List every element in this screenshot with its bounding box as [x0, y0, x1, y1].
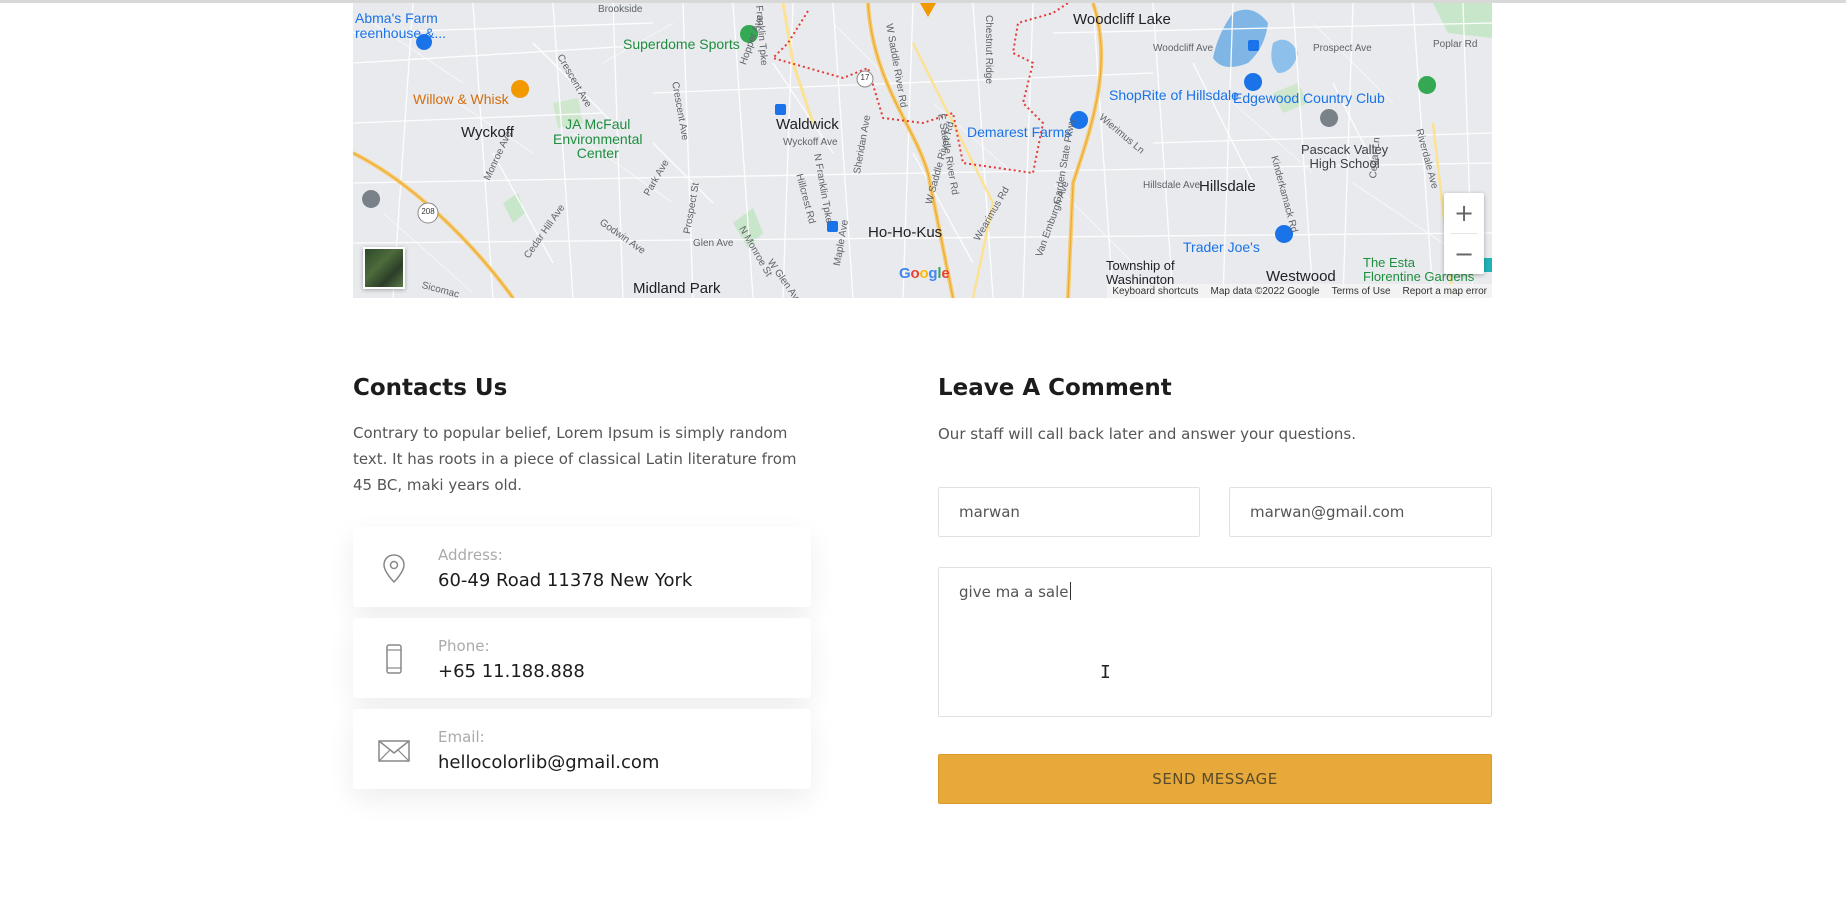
route-17-shield: 17 — [860, 73, 870, 82]
map-poi-demarest-farms[interactable]: Demarest Farms — [967, 125, 1071, 140]
email-input[interactable]: marwan@gmail.com — [1229, 487, 1492, 537]
map-data-attribution: Map data ©2022 Google — [1210, 285, 1320, 297]
map-town-woodcliff-lake: Woodcliff Lake — [1073, 11, 1171, 28]
map-town-midland-park: Midland Park — [633, 280, 721, 297]
address-value: 60-49 Road 11378 New York — [438, 570, 693, 591]
map-poi-shoprite-hillsdale[interactable]: ShopRite of Hillsdale — [1109, 88, 1239, 103]
embedded-map[interactable]: Abma's Farm reenhouse &... Superdome Spo… — [353, 3, 1492, 298]
route-208-shield: 208 — [421, 207, 435, 216]
map-poi-trader-joes[interactable]: Trader Joe's — [1183, 240, 1260, 255]
map-town-hillsdale: Hillsdale — [1199, 178, 1256, 195]
comment-title: Leave A Comment — [938, 375, 1172, 401]
zoom-out-button[interactable]: − — [1444, 234, 1484, 274]
map-poi-edgewood-country-club[interactable]: Edgewood Country Club — [1233, 91, 1385, 106]
comment-description: Our staff will call back later and answe… — [938, 425, 1356, 443]
map-street-label: Prospect Ave — [1313, 43, 1372, 54]
contacts-title: Contacts Us — [353, 375, 508, 401]
terms-of-use-link[interactable]: Terms of Use — [1332, 286, 1391, 297]
message-text: give ma a sale — [959, 583, 1069, 601]
map-town-westwood: Westwood — [1266, 268, 1336, 285]
name-input[interactable]: marwan — [938, 487, 1200, 537]
address-label: Address: — [438, 546, 503, 564]
satellite-layer-toggle[interactable] — [363, 247, 405, 289]
zoom-controls: + − — [1444, 193, 1484, 274]
google-logo: Google — [899, 265, 950, 282]
report-map-error-link[interactable]: Report a map error — [1403, 286, 1487, 297]
message-textarea[interactable]: give ma a sale — [938, 567, 1492, 717]
map-poi-superdome-sports[interactable]: Superdome Sports — [623, 37, 740, 52]
phone-icon — [386, 644, 402, 674]
map-town-ho-ho-kus: Ho-Ho-Kus — [868, 224, 943, 241]
map-footer: Keyboard shortcuts Map data ©2022 Google… — [1107, 284, 1492, 298]
map-town-township-of-washington: Township of Washington — [1106, 258, 1175, 287]
map-poi-ja-mcfaul[interactable]: JA McFaul Environmental Center — [553, 117, 643, 161]
map-street-label: Woodcliff Ave — [1153, 43, 1214, 54]
phone-card: Phone: +65 11.188.888 — [353, 618, 811, 698]
keyboard-shortcuts-link[interactable]: Keyboard shortcuts — [1112, 286, 1198, 297]
email-card: Email: hellocolorlib@gmail.com — [353, 709, 811, 789]
map-street-label: Glen Ave — [693, 238, 734, 249]
phone-value: +65 11.188.888 — [438, 661, 585, 682]
map-street-label: Wyckoff Ave — [783, 137, 838, 148]
text-caret — [1069, 582, 1071, 600]
send-message-button[interactable]: SEND MESSAGE — [938, 754, 1492, 804]
envelope-icon — [378, 740, 410, 762]
map-street-label: Hillsdale Ave — [1143, 180, 1201, 191]
map-street-label: Chestnut Ridge — [983, 15, 994, 84]
location-pin-icon — [383, 554, 405, 584]
address-card: Address: 60-49 Road 11378 New York — [353, 527, 811, 607]
map-street-label: Poplar Rd — [1433, 39, 1478, 50]
text-cursor-icon: I — [1100, 662, 1111, 683]
zoom-in-button[interactable]: + — [1444, 193, 1484, 233]
email-value: hellocolorlib@gmail.com — [438, 752, 660, 773]
contacts-description: Contrary to popular belief, Lorem Ipsum … — [353, 424, 797, 494]
map-poi-willow-whisk[interactable]: Willow & Whisk — [413, 92, 509, 107]
map-town-waldwick: Waldwick — [776, 116, 839, 133]
email-label: Email: — [438, 728, 485, 746]
map-poi-abmas-farm[interactable]: Abma's Farm reenhouse &... — [355, 11, 446, 40]
map-street-label: Brookside — [598, 4, 643, 15]
phone-label: Phone: — [438, 637, 490, 655]
